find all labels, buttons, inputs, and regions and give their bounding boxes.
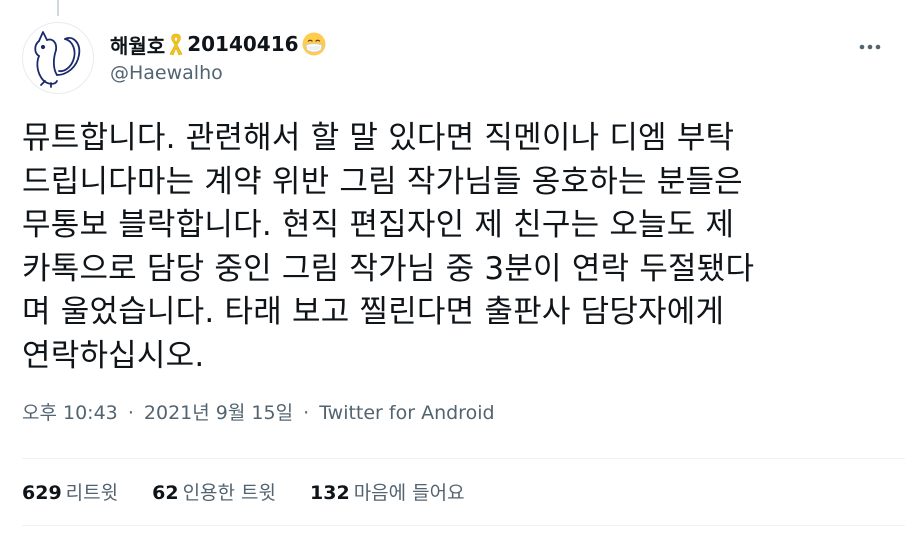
retweet-count[interactable]: 629 리트윗 [22,478,118,505]
divider [22,458,905,459]
tweet-header: 해월호 20140416 @Haewalho [22,22,905,98]
display-name-row[interactable]: 해월호 20140416 [110,28,327,60]
like-count[interactable]: 132 마음에 들어요 [310,478,465,505]
author-handle[interactable]: @Haewalho [110,62,327,84]
squirrel-avatar-icon [34,31,81,88]
more-horizontal-icon [859,44,881,50]
quote-tweet-count[interactable]: 62 인용한 트윗 [152,478,276,505]
engagement-stats: 629 리트윗 62 인용한 트윗 132 마음에 들어요 [22,478,465,505]
retweet-label: 리트윗 [65,482,119,504]
author-block: 해월호 20140416 @Haewalho [110,28,327,84]
tweet-source[interactable]: Twitter for Android [319,402,494,424]
tweet-metadata: 오후 10:43 · 2021년 9월 15일 · Twitter for An… [22,398,495,425]
tweet-date[interactable]: 2021년 9월 15일 [144,402,293,424]
like-label: 마음에 들어요 [353,482,465,504]
more-options-button[interactable] [855,32,885,62]
quote-number: 62 [152,482,179,504]
retweet-number: 629 [22,482,62,504]
tweet-text: 뮤트합니다. 관련해서 할 말 있다면 직멘이나 디엠 부탁 드립니다마는 계약… [22,120,755,374]
thread-connector-line [57,0,59,16]
avatar[interactable] [22,22,94,94]
face-with-mask-icon [301,31,327,57]
meta-separator: · [127,402,134,424]
display-name-date[interactable]: 20140416 [187,32,298,56]
divider [22,525,905,526]
meta-separator: · [303,402,310,424]
yellow-ribbon-icon [166,31,186,57]
like-number: 132 [310,482,350,504]
quote-label: 인용한 트윗 [182,482,277,504]
display-name[interactable]: 해월호 [110,30,165,59]
tweet-time[interactable]: 오후 10:43 [22,402,118,424]
